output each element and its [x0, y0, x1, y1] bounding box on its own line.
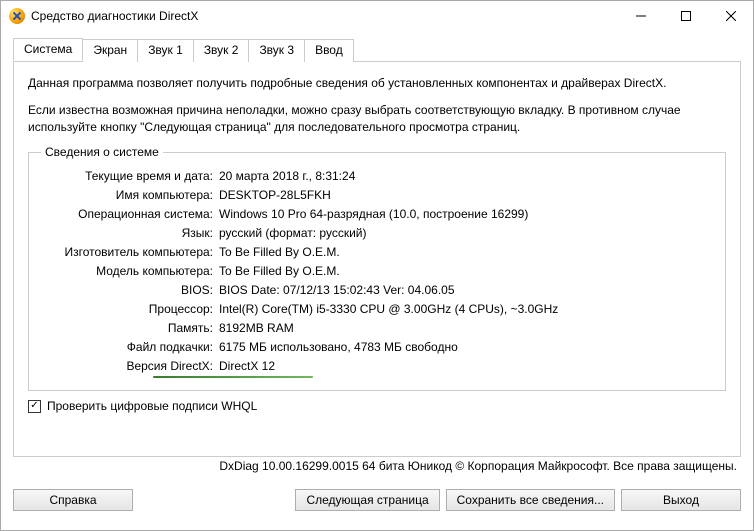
value-cpu: Intel(R) Core(TM) i5-3330 CPU @ 3.00GHz … — [219, 300, 713, 319]
label-lang: Язык: — [41, 224, 219, 243]
value-ram: 8192MB RAM — [219, 319, 713, 338]
row-os: Операционная система: Windows 10 Pro 64-… — [41, 205, 713, 224]
tab-sound3[interactable]: Звук 3 — [248, 39, 305, 62]
row-computer: Имя компьютера: DESKTOP-28L5FKH — [41, 186, 713, 205]
row-directx-version: Версия DirectX: DirectX 12 — [41, 357, 713, 376]
maximize-button[interactable] — [663, 1, 708, 31]
value-computer: DESKTOP-28L5FKH — [219, 186, 713, 205]
tab-system[interactable]: Система — [13, 38, 83, 61]
whql-checkbox[interactable]: ✓ — [28, 400, 41, 413]
exit-button[interactable]: Выход — [621, 489, 741, 511]
tab-sound1[interactable]: Звук 1 — [137, 39, 194, 62]
value-manufacturer: To Be Filled By O.E.M. — [219, 243, 713, 262]
label-model: Модель компьютера: — [41, 262, 219, 281]
minimize-button[interactable] — [618, 1, 663, 31]
row-datetime: Текущие время и дата: 20 марта 2018 г., … — [41, 167, 713, 186]
whql-check-row: ✓ Проверить цифровые подписи WHQL — [28, 399, 726, 413]
window-title: Средство диагностики DirectX — [31, 9, 618, 23]
system-info-group: Сведения о системе Текущие время и дата:… — [28, 145, 726, 391]
row-cpu: Процессор: Intel(R) Core(TM) i5-3330 CPU… — [41, 300, 713, 319]
value-model: To Be Filled By O.E.M. — [219, 262, 713, 281]
close-button[interactable] — [708, 1, 753, 31]
row-ram: Память: 8192MB RAM — [41, 319, 713, 338]
intro-text: Данная программа позволяет получить подр… — [28, 75, 726, 135]
tab-strip: Система Экран Звук 1 Звук 2 Звук 3 Ввод — [13, 38, 741, 62]
label-manufacturer: Изготовитель компьютера: — [41, 243, 219, 262]
value-lang: русский (формат: русский) — [219, 224, 713, 243]
label-directx: Версия DirectX: — [41, 357, 219, 376]
label-datetime: Текущие время и дата: — [41, 167, 219, 186]
dxdiag-icon — [9, 8, 25, 24]
system-info-legend: Сведения о системе — [41, 145, 163, 159]
intro-paragraph-1: Данная программа позволяет получить подр… — [28, 75, 726, 92]
row-pagefile: Файл подкачки: 6175 МБ использовано, 478… — [41, 338, 713, 357]
whql-checkbox-label: Проверить цифровые подписи WHQL — [47, 399, 257, 413]
tab-screen[interactable]: Экран — [82, 39, 138, 62]
value-bios: BIOS Date: 07/12/13 15:02:43 Ver: 04.06.… — [219, 281, 713, 300]
row-manufacturer: Изготовитель компьютера: To Be Filled By… — [41, 243, 713, 262]
value-directx: DirectX 12 — [219, 357, 713, 376]
label-pagefile: Файл подкачки: — [41, 338, 219, 357]
save-all-button[interactable]: Сохранить все сведения... — [446, 489, 615, 511]
label-os: Операционная система: — [41, 205, 219, 224]
label-cpu: Процессор: — [41, 300, 219, 319]
label-ram: Память: — [41, 319, 219, 338]
footer-note: DxDiag 10.00.16299.0015 64 бита Юникод ©… — [13, 457, 741, 479]
next-page-button[interactable]: Следующая страница — [295, 489, 439, 511]
value-pagefile: 6175 МБ использовано, 4783 МБ свободно — [219, 338, 713, 357]
tab-sound2[interactable]: Звук 2 — [193, 39, 250, 62]
content-area: Система Экран Звук 1 Звук 2 Звук 3 Ввод … — [1, 31, 753, 489]
help-button[interactable]: Справка — [13, 489, 133, 511]
value-datetime: 20 марта 2018 г., 8:31:24 — [219, 167, 713, 186]
button-bar: Справка Следующая страница Сохранить все… — [1, 489, 753, 521]
row-lang: Язык: русский (формат: русский) — [41, 224, 713, 243]
tab-panel-system: Данная программа позволяет получить подр… — [13, 61, 741, 457]
label-bios: BIOS: — [41, 281, 219, 300]
row-bios: BIOS: BIOS Date: 07/12/13 15:02:43 Ver: … — [41, 281, 713, 300]
intro-paragraph-2: Если известна возможная причина неполадк… — [28, 102, 726, 136]
label-computer: Имя компьютера: — [41, 186, 219, 205]
title-bar: Средство диагностики DirectX — [1, 1, 753, 31]
row-model: Модель компьютера: To Be Filled By O.E.M… — [41, 262, 713, 281]
tab-input[interactable]: Ввод — [304, 39, 354, 62]
window-controls — [618, 1, 753, 31]
value-os: Windows 10 Pro 64-разрядная (10.0, постр… — [219, 205, 713, 224]
